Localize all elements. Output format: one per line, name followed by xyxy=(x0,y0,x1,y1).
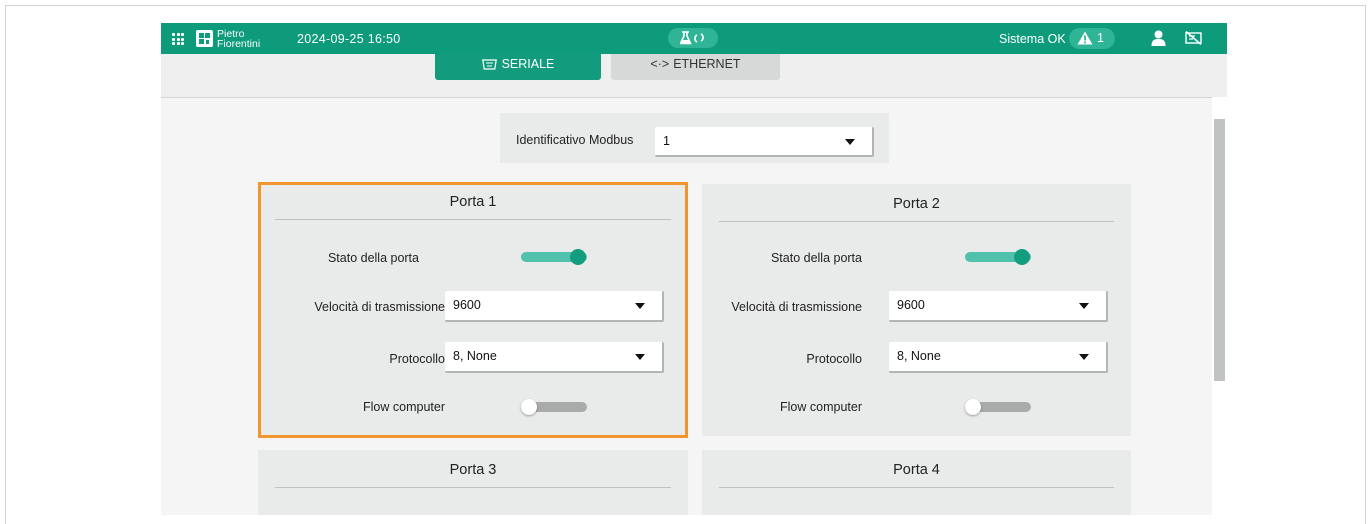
mode-indicator-pill[interactable] xyxy=(668,28,718,48)
modbus-id-value: 1 xyxy=(663,134,670,148)
port-2-flow-toggle[interactable] xyxy=(965,399,1031,415)
port-1-highlight-frame xyxy=(258,182,688,438)
port-4-panel: Porta 4 xyxy=(702,450,1131,515)
port-2-state-toggle[interactable] xyxy=(965,249,1031,265)
tab-serial-label: SERIALE xyxy=(501,57,555,71)
port-3-divider xyxy=(275,487,671,488)
tab-ethernet-label: ETHERNET xyxy=(673,57,741,71)
port-2-title: Porta 2 xyxy=(893,196,940,212)
port-3-panel: Porta 3 xyxy=(258,450,688,515)
port-2-flow-label: Flow computer xyxy=(780,400,862,414)
tabs-bar: SERIALE <·> ETHERNET xyxy=(161,54,1227,98)
datetime: 2024-09-25 16:50 xyxy=(297,32,401,46)
port-4-title: Porta 4 xyxy=(893,462,940,478)
connection-off-icon[interactable] xyxy=(1185,31,1202,45)
tab-ethernet[interactable]: <·> ETHERNET xyxy=(611,54,780,80)
serial-port-icon xyxy=(481,59,497,70)
port-2-speed-value: 9600 xyxy=(897,298,925,312)
user-icon[interactable] xyxy=(1151,30,1166,46)
port-2-state-label: Stato della porta xyxy=(770,251,862,265)
modbus-id-label: Identificativo Modbus xyxy=(516,133,634,147)
alarm-indicator[interactable]: 1 xyxy=(1069,28,1115,49)
chevron-down-icon xyxy=(845,139,855,145)
top-bar: Pietro Fiorentini 2024-09-25 16:50 Siste… xyxy=(161,23,1227,54)
logo-line-2: Fiorentini xyxy=(217,38,261,50)
port-2-divider xyxy=(719,221,1114,222)
modbus-id-panel: Identificativo Modbus 1 xyxy=(500,113,889,163)
tab-serial[interactable]: SERIALE xyxy=(435,54,601,80)
port-2-speed-label: Velocità di trasmissione xyxy=(731,300,862,314)
port-2-speed-select[interactable]: 9600 xyxy=(889,291,1108,322)
port-2-protocol-label: Protocollo xyxy=(806,352,862,366)
logo-text: Pietro Fiorentini xyxy=(217,29,261,50)
port-2-protocol-select[interactable]: 8, None xyxy=(889,342,1108,373)
apps-grid-icon[interactable] xyxy=(172,33,184,45)
pietro-fiorentini-logo-icon xyxy=(196,30,213,47)
modbus-id-select[interactable]: 1 xyxy=(655,127,874,157)
scrollbar-thumb[interactable] xyxy=(1214,119,1225,381)
port-2-panel: Porta 2 Stato della porta Velocità di tr… xyxy=(702,184,1131,436)
port-3-title: Porta 3 xyxy=(449,462,497,478)
chevron-down-icon xyxy=(1079,303,1089,309)
ethernet-icon: <·> xyxy=(650,57,670,71)
system-status-text: Sistema OK xyxy=(999,32,1066,46)
warning-triangle-icon xyxy=(1077,31,1093,45)
chevron-down-icon xyxy=(1079,354,1089,360)
lab-flask-sync-icon xyxy=(680,31,704,45)
port-4-divider xyxy=(719,487,1114,488)
port-2-protocol-value: 8, None xyxy=(897,349,941,363)
alarm-count: 1 xyxy=(1097,31,1104,45)
